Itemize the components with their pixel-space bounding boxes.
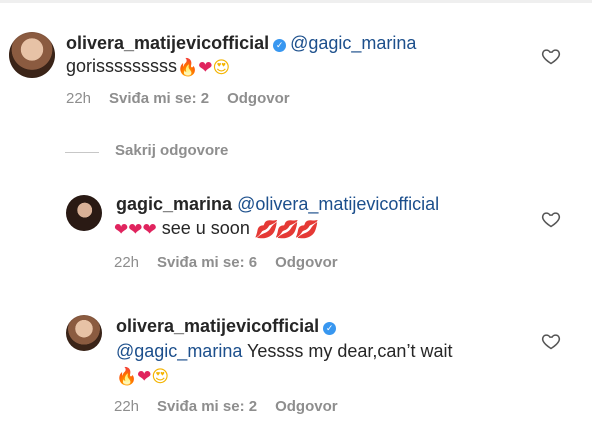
reply-button[interactable]: Odgovor [275,254,338,271]
timestamp[interactable]: 22h [66,90,91,107]
mention[interactable]: @gagic_marina [116,341,242,361]
hide-replies-button[interactable]: Sakrij odgovore [115,142,228,160]
red-heart-icon: ❤ [128,220,143,239]
red-heart-icon: ❤ [198,58,213,77]
comment-text: gorisssssssss🔥❤😍 [66,55,230,78]
comment-body: Yessss my dear,can’t wait [247,341,453,361]
comment-header: olivera_matijevicofficial ✓ [116,315,340,337]
reply-button[interactable]: Odgovor [275,398,338,415]
likes-count[interactable]: Sviđa mi se: 2 [109,90,209,107]
avatar[interactable] [9,32,55,78]
comment-text: @gagic_marina Yessss my dear,can’t wait [116,340,452,362]
comment-meta: 22h Sviđa mi se: 2 Odgovor [66,90,308,108]
heart-outline-icon[interactable] [541,46,561,66]
comment-meta: 22h Sviđa mi se: 6 Odgovor [114,254,356,272]
red-heart-icon: ❤ [137,367,152,386]
comment-meta: 22h Sviđa mi se: 2 Odgovor [114,398,356,416]
fire-icon: 🔥 [177,58,199,77]
reply-button[interactable]: Odgovor [227,90,290,107]
red-heart-icon: ❤ [142,220,157,239]
comment-header: gagic_marina @olivera_matijevicofficial [116,193,439,215]
kiss-mark-icon: 💋 [275,220,296,239]
likes-count[interactable]: Sviđa mi se: 6 [157,254,257,271]
timestamp[interactable]: 22h [114,398,139,415]
hide-replies-line [65,152,99,153]
likes-count[interactable]: Sviđa mi se: 2 [157,398,257,415]
heart-outline-icon[interactable] [541,331,561,351]
comment-emojis: 🔥❤😍 [116,364,169,387]
avatar[interactable] [66,195,102,231]
kiss-mark-icon: 💋 [295,220,316,239]
heart-outline-icon[interactable] [541,209,561,229]
username[interactable]: olivera_matijevicofficial [66,33,269,53]
heart-eyes-icon: 😍 [212,58,231,77]
top-divider [0,0,592,3]
timestamp[interactable]: 22h [114,254,139,271]
comment-header: olivera_matijevicofficial ✓ @gagic_marina [66,32,416,54]
comment-body: see u soon [161,218,250,238]
red-heart-icon: ❤ [114,220,129,239]
mention[interactable]: @gagic_marina [290,33,416,53]
username[interactable]: olivera_matijevicofficial [116,316,319,336]
mention[interactable]: @olivera_matijevicofficial [237,194,439,214]
avatar[interactable] [66,315,102,351]
verified-badge-icon: ✓ [273,39,287,52]
kiss-mark-icon: 💋 [254,220,276,239]
comment-body: gorisssssssss [66,56,178,76]
username[interactable]: gagic_marina [116,194,232,214]
verified-badge-icon: ✓ [323,322,337,335]
fire-icon: 🔥 [116,367,138,386]
heart-eyes-icon: 😍 [151,367,170,386]
comment-text: ❤❤❤ see u soon 💋💋💋 [114,217,316,240]
